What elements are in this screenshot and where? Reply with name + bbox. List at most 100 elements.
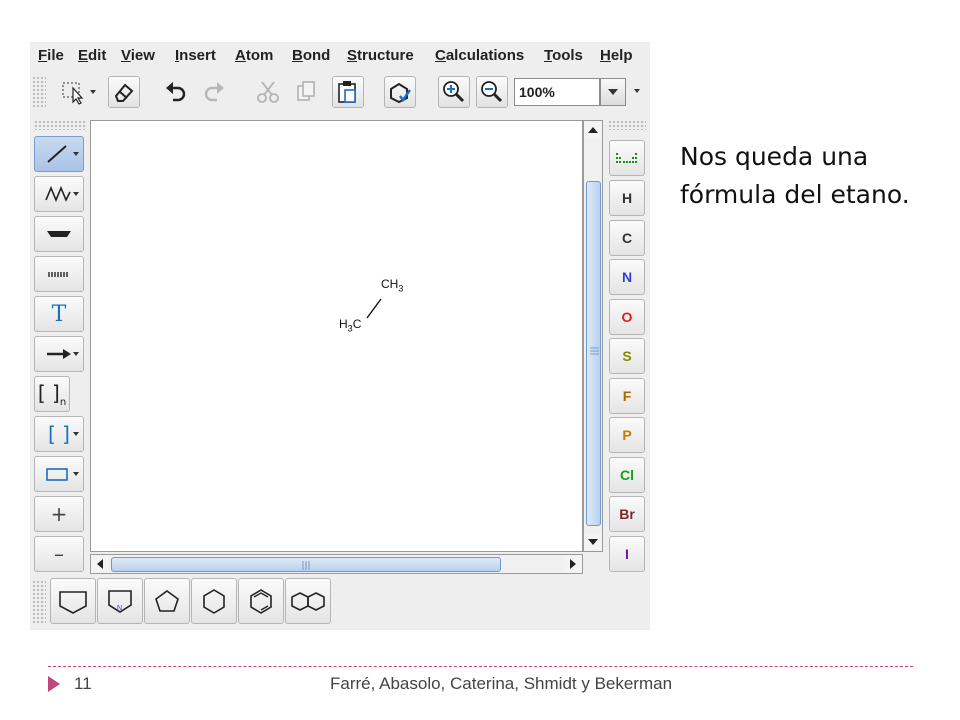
element-i-button[interactable]: I — [609, 536, 645, 572]
element-label: N — [621, 269, 633, 285]
template-naphthalene[interactable] — [285, 578, 331, 624]
hashed-bond-tool[interactable] — [34, 256, 84, 292]
element-label: F — [622, 388, 632, 404]
element-label: I — [625, 546, 629, 562]
grip-icon — [590, 347, 599, 355]
element-label: Br — [619, 506, 635, 522]
chain-tool[interactable] — [34, 176, 84, 212]
menu-calculations[interactable]: Calculations — [435, 47, 524, 64]
footer-authors: Farré, Abasolo, Caterina, Shmidt y Beker… — [330, 674, 673, 693]
drawing-canvas[interactable]: CH3 H3C — [90, 120, 583, 552]
text-tool[interactable]: T — [34, 296, 84, 332]
vertical-scroll-thumb[interactable] — [586, 181, 601, 526]
hashed-bond-icon — [48, 272, 68, 277]
element-n-button[interactable]: N — [609, 259, 645, 295]
eraser-icon — [114, 83, 134, 102]
c-c-bond — [366, 298, 382, 319]
cyclohexane-icon — [203, 589, 225, 614]
bracket-tool[interactable]: [ ] — [34, 416, 84, 452]
chevron-left-icon — [97, 559, 103, 569]
eraser-button[interactable] — [108, 76, 140, 108]
scroll-left-button[interactable] — [91, 555, 109, 573]
horizontal-scrollbar[interactable] — [90, 554, 583, 574]
wedge-bond-tool[interactable] — [34, 216, 84, 252]
sgroup-tool[interactable]: [ ]n — [34, 376, 70, 412]
scroll-down-button[interactable] — [584, 533, 602, 551]
cyclopentane-icon — [155, 590, 179, 612]
chevron-down-icon — [73, 352, 79, 356]
vertical-scrollbar[interactable] — [583, 120, 603, 552]
main-toolbar: 100% — [30, 72, 650, 112]
zoom-input[interactable]: 100% — [514, 78, 600, 106]
chevron-down-icon — [73, 192, 79, 196]
zoom-dropdown-button[interactable] — [600, 78, 626, 106]
template-cyclopentane-chair[interactable] — [50, 578, 96, 624]
atom-h3c[interactable]: H3C — [339, 317, 361, 333]
positive-charge-tool[interactable]: + — [34, 496, 84, 532]
rectangle-tool[interactable] — [34, 456, 84, 492]
clean-structure-button[interactable] — [384, 76, 416, 108]
template-pyrrolidine[interactable]: N — [97, 578, 143, 624]
slide-caption: Nos queda una fórmula del etano. — [680, 138, 940, 214]
wedge-bond-icon — [47, 231, 71, 237]
element-o-button[interactable]: O — [609, 299, 645, 335]
cut-button[interactable] — [252, 76, 284, 108]
footer-triangle-icon — [48, 676, 60, 692]
zoom-out-button[interactable] — [476, 76, 508, 108]
undo-icon — [166, 82, 186, 102]
element-br-button[interactable]: Br — [609, 496, 645, 532]
menu-insert[interactable]: Insert — [175, 47, 216, 64]
redo-button[interactable] — [198, 76, 230, 108]
editor-window: File Edit View Insert Atom Bond Structur… — [30, 42, 650, 630]
chevron-down-icon — [73, 472, 79, 476]
reaction-arrow-tool[interactable] — [34, 336, 84, 372]
horizontal-scroll-thumb[interactable] — [111, 557, 501, 572]
scroll-right-button[interactable] — [564, 555, 582, 573]
scroll-up-button[interactable] — [584, 121, 602, 139]
chevron-down-icon — [588, 539, 598, 545]
footer-divider — [48, 666, 913, 667]
element-f-button[interactable]: F — [609, 378, 645, 414]
copy-button[interactable] — [290, 76, 322, 108]
element-p-button[interactable]: P — [609, 417, 645, 453]
pyrrolidine-icon: N — [108, 590, 132, 613]
element-label: P — [622, 427, 632, 443]
minus-icon: – — [54, 542, 64, 566]
toolbar-overflow-button[interactable] — [631, 78, 647, 106]
menu-tools[interactable]: Tools — [544, 47, 583, 64]
menu-structure[interactable]: Structure — [347, 47, 414, 64]
template-benzene[interactable] — [238, 578, 284, 624]
negative-charge-tool[interactable]: – — [34, 536, 84, 572]
element-cl-button[interactable]: Cl — [609, 457, 645, 493]
element-h-button[interactable]: H — [609, 180, 645, 216]
chevron-down-icon — [634, 89, 640, 93]
text-icon: T — [51, 301, 67, 327]
zoom-in-button[interactable] — [438, 76, 470, 108]
periodic-table-button[interactable] — [609, 140, 645, 176]
chevron-right-icon — [570, 559, 576, 569]
menu-bond[interactable]: Bond — [292, 47, 330, 64]
paste-button[interactable] — [332, 76, 364, 108]
menu-file[interactable]: File — [38, 47, 64, 64]
caption-line: fórmula del etano. — [680, 180, 910, 209]
menu-help[interactable]: Help — [600, 47, 633, 64]
menu-atom[interactable]: Atom — [235, 47, 273, 64]
undo-button[interactable] — [160, 76, 192, 108]
element-panel: H C N O S F P Cl Br I — [603, 118, 650, 573]
menu-edit[interactable]: Edit — [78, 47, 106, 64]
template-cyclohexane[interactable] — [191, 578, 237, 624]
menu-view[interactable]: View — [121, 47, 155, 64]
selection-icon — [62, 82, 96, 105]
selection-button[interactable] — [52, 76, 102, 108]
element-label: S — [622, 348, 632, 364]
toolbar-grip[interactable] — [32, 76, 46, 108]
template-cyclopentane[interactable] — [144, 578, 190, 624]
bracket-icon: [ ] — [48, 422, 70, 446]
naphthalene-icon — [291, 592, 325, 611]
single-bond-tool[interactable] — [34, 136, 84, 172]
element-s-button[interactable]: S — [609, 338, 645, 374]
copy-icon — [297, 81, 315, 101]
element-c-button[interactable]: C — [609, 220, 645, 256]
menu-bar: File Edit View Insert Atom Bond Structur… — [30, 42, 650, 70]
atom-ch3[interactable]: CH3 — [381, 277, 403, 293]
